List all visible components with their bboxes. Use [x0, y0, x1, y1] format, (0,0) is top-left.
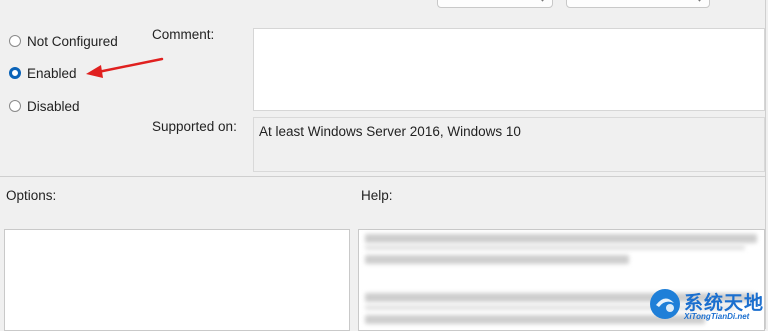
help-text-line [365, 255, 629, 264]
watermark-logo-icon [650, 289, 680, 319]
comment-label: Comment: [152, 27, 215, 42]
radio-disabled[interactable]: Disabled [9, 96, 80, 116]
help-text-line [365, 245, 745, 250]
help-text-line [365, 234, 757, 243]
chevron-down-icon [694, 0, 705, 2]
watermark-title: 系统天地 [684, 293, 765, 314]
radio-circle[interactable] [9, 35, 21, 47]
radio-label: Disabled [27, 98, 80, 114]
watermark-subtitle: XiTongTianDi.net [684, 312, 750, 321]
radio-circle[interactable] [9, 100, 21, 112]
options-label: Options: [6, 188, 57, 203]
supported-on-value: At least Windows Server 2016, Windows 10 [259, 124, 521, 139]
radio-not-configured[interactable]: Not Configured [9, 31, 118, 51]
radio-label: Enabled [27, 65, 77, 81]
options-panel [4, 229, 350, 331]
top-dropdown-button-1[interactable] [437, 0, 553, 8]
comment-textarea[interactable] [253, 28, 765, 111]
chevron-down-icon [537, 0, 548, 2]
radio-circle-checked[interactable] [9, 67, 21, 79]
section-separator [0, 176, 765, 177]
top-dropdown-button-2[interactable] [566, 0, 710, 8]
radio-label: Not Configured [27, 33, 118, 49]
help-label: Help: [361, 188, 393, 203]
annotation-arrow-icon [86, 57, 164, 78]
supported-on-box: At least Windows Server 2016, Windows 10 [253, 117, 765, 172]
supported-on-label: Supported on: [152, 119, 237, 134]
window-edge [765, 0, 766, 329]
radio-enabled[interactable]: Enabled [9, 63, 77, 83]
